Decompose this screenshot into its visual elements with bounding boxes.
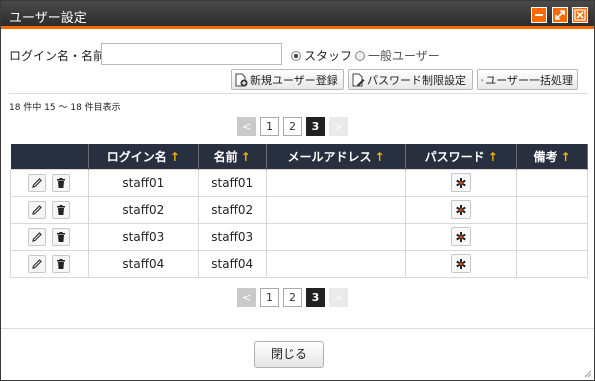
resize-grip-icon[interactable] — [582, 368, 592, 378]
documents-icon — [481, 78, 484, 81]
pencil-icon[interactable] — [28, 227, 47, 246]
sort-arrow-icon: ↑ — [560, 149, 571, 164]
table-row: staff04 staff04 — [10, 249, 588, 278]
row-actions-cell — [10, 222, 89, 251]
row-actions-cell — [10, 249, 89, 278]
sort-arrow-icon: ↑ — [487, 149, 498, 164]
password-cell — [405, 168, 518, 197]
password-key-icon[interactable] — [451, 227, 472, 246]
pagination-top: < 1 2 3 > — [237, 117, 348, 137]
col-password-header[interactable]: パスワード ↑ — [405, 144, 518, 169]
sort-arrow-icon: ↑ — [240, 149, 251, 164]
trash-icon[interactable] — [52, 227, 71, 246]
batch-process-button[interactable]: ユーザー一括処理 — [477, 69, 578, 90]
login-cell: staff02 — [87, 195, 199, 224]
col-note-label: 備考 — [533, 149, 558, 164]
password-cell — [405, 222, 518, 251]
col-name-label: 名前 — [213, 149, 238, 164]
table-header-row: ログイン名 ↑ 名前 ↑ メールアドレス ↑ パスワード ↑ 備考 ↑ — [10, 144, 588, 169]
close-button[interactable]: 閉じる — [254, 341, 324, 368]
note-cell — [516, 249, 588, 278]
password-cell — [405, 195, 518, 224]
trash-icon[interactable] — [52, 200, 71, 219]
name-cell: staff04 — [197, 249, 267, 278]
email-cell — [265, 195, 407, 224]
minimize-icon[interactable] — [531, 7, 547, 23]
password-key-icon[interactable] — [451, 254, 472, 273]
pager-prev-button[interactable]: < — [237, 288, 256, 307]
pager-page-2[interactable]: 2 — [283, 288, 302, 307]
title-bar[interactable]: ユーザー設定 — [1, 1, 594, 29]
sort-arrow-icon: ↑ — [374, 149, 385, 164]
radio-unselected-icon[interactable] — [355, 50, 365, 61]
row-actions-cell — [10, 195, 89, 224]
col-name-header[interactable]: 名前 ↑ — [198, 144, 267, 169]
table-row: staff02 staff02 — [10, 195, 588, 224]
note-cell — [516, 222, 588, 251]
password-cell — [405, 249, 518, 278]
search-label: ログイン名・名前 — [9, 49, 106, 63]
radio-general-user[interactable]: 一般ユーザー — [355, 47, 440, 64]
pager-next-button[interactable]: > — [329, 288, 348, 307]
trash-icon[interactable] — [52, 173, 71, 192]
col-email-label: メールアドレス — [287, 149, 372, 164]
maximize-icon[interactable] — [552, 7, 568, 23]
col-actions-header — [10, 144, 89, 169]
dialog-title: ユーザー設定 — [9, 11, 87, 26]
email-cell — [265, 249, 407, 278]
footer-divider — [1, 328, 594, 329]
table-row: staff03 staff03 — [10, 222, 588, 251]
name-cell: staff01 — [197, 168, 267, 197]
dialog-window: ユーザー設定 ログイン名・名前 スタッフ 一般ユーザー 新規ユーザー登録 パスワ… — [0, 0, 595, 381]
radio-selected-icon[interactable] — [291, 50, 301, 61]
note-cell — [516, 168, 588, 197]
login-cell: staff03 — [87, 222, 199, 251]
email-cell — [265, 168, 407, 197]
search-input[interactable] — [101, 43, 282, 65]
add-document-icon — [235, 73, 248, 86]
row-actions-cell — [10, 168, 89, 197]
name-cell: staff03 — [197, 222, 267, 251]
new-user-button[interactable]: 新規ユーザー登録 — [231, 69, 344, 90]
pager-page-1[interactable]: 1 — [260, 288, 279, 307]
col-email-header[interactable]: メールアドレス ↑ — [266, 144, 407, 169]
pager-page-3[interactable]: 3 — [306, 288, 325, 307]
pager-page-3[interactable]: 3 — [306, 117, 325, 136]
col-password-label: パスワード — [424, 149, 485, 164]
login-cell: staff01 — [87, 168, 199, 197]
new-user-label: 新規ユーザー登録 — [250, 73, 338, 87]
close-icon[interactable] — [572, 7, 588, 23]
divider — [9, 93, 587, 94]
batch-process-label: ユーザー一括処理 — [485, 73, 573, 87]
pagination-bottom: < 1 2 3 > — [237, 288, 348, 308]
login-cell: staff04 — [87, 249, 199, 278]
pager-page-1[interactable]: 1 — [260, 117, 279, 136]
sort-arrow-icon: ↑ — [169, 149, 180, 164]
pager-prev-button[interactable]: < — [237, 117, 256, 136]
col-login-header[interactable]: ログイン名 ↑ — [88, 144, 199, 169]
password-key-icon[interactable] — [451, 200, 472, 219]
col-note-header[interactable]: 備考 ↑ — [516, 144, 588, 169]
pager-page-2[interactable]: 2 — [283, 117, 302, 136]
pager-next-button[interactable]: > — [329, 117, 348, 136]
radio-staff[interactable]: スタッフ — [291, 47, 352, 64]
password-rule-label: パスワード制限設定 — [367, 73, 466, 87]
name-cell: staff02 — [197, 195, 267, 224]
password-rule-button[interactable]: パスワード制限設定 — [348, 69, 473, 90]
pencil-icon[interactable] — [28, 200, 47, 219]
password-key-icon[interactable] — [451, 173, 472, 192]
trash-icon[interactable] — [52, 254, 71, 273]
pencil-icon[interactable] — [28, 173, 47, 192]
col-login-label: ログイン名 — [106, 149, 167, 164]
note-cell — [516, 195, 588, 224]
table-row: staff01 staff01 — [10, 168, 588, 197]
result-count: 18 件中 15 ～ 18 件目表示 — [9, 103, 121, 113]
radio-general-user-label: 一般ユーザー — [368, 49, 440, 63]
edit-document-icon — [352, 73, 365, 86]
email-cell — [265, 222, 407, 251]
pencil-icon[interactable] — [28, 254, 47, 273]
search-row: ログイン名・名前 スタッフ 一般ユーザー — [9, 43, 589, 65]
user-table: ログイン名 ↑ 名前 ↑ メールアドレス ↑ パスワード ↑ 備考 ↑ staff01 s… — [10, 144, 588, 278]
radio-staff-label: スタッフ — [304, 49, 353, 63]
